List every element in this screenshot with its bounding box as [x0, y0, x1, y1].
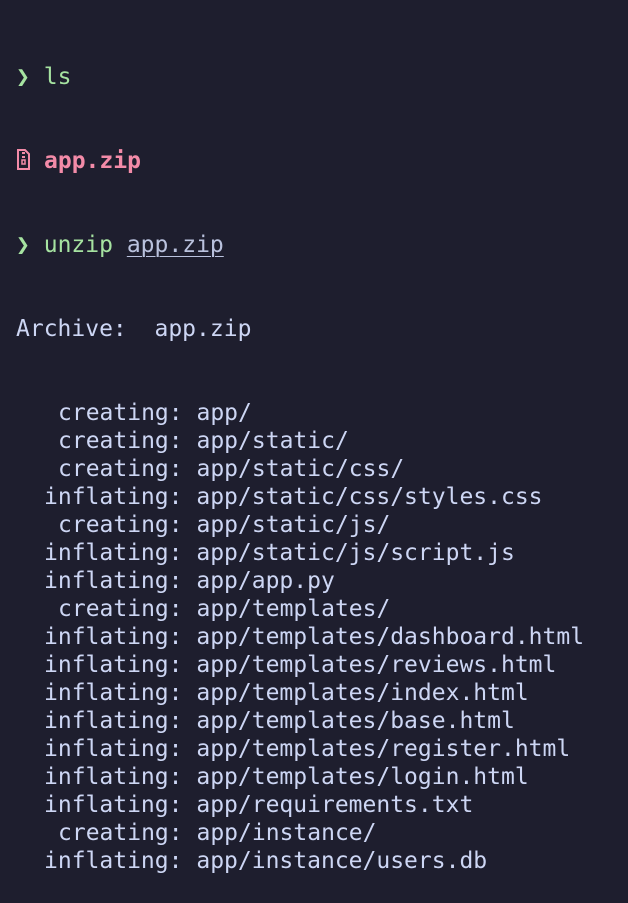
entry-path: app/templates/dashboard.html	[196, 624, 585, 650]
entry-path: app/templates/base.html	[196, 708, 515, 734]
entry-action: inflating:	[44, 540, 183, 566]
command-line-ls: ❯ ls	[16, 63, 628, 91]
entry-path: app/instance/users.db	[196, 848, 488, 874]
prompt-symbol: ❯	[16, 232, 30, 258]
unzip-output: creating: app/creating: app/static/creat…	[16, 399, 628, 875]
ls-output-line: app.zip	[16, 147, 628, 175]
entry-action: creating:	[58, 512, 183, 538]
entry-action: inflating:	[44, 848, 183, 874]
archive-label: Archive:	[16, 316, 127, 342]
entry-action: creating:	[58, 456, 183, 482]
archive-file: app.zip	[154, 316, 252, 342]
entry-action: inflating:	[44, 736, 183, 762]
command-line-unzip: ❯ unzip app.zip	[16, 231, 628, 259]
entry-action: creating:	[58, 596, 183, 622]
output-entry: inflating: app/templates/login.html	[16, 763, 628, 791]
output-entry: inflating: app/templates/reviews.html	[16, 651, 628, 679]
output-entry: inflating: app/requirements.txt	[16, 791, 628, 819]
entry-action: inflating:	[44, 484, 183, 510]
output-entry: inflating: app/app.py	[16, 567, 628, 595]
entry-action: creating:	[58, 428, 183, 454]
output-entry: inflating: app/templates/register.html	[16, 735, 628, 763]
entry-path: app/static/	[196, 428, 349, 454]
entry-path: app/templates/	[196, 596, 391, 622]
output-entry: inflating: app/instance/users.db	[16, 847, 628, 875]
entry-action: inflating:	[44, 792, 183, 818]
entry-path: app/	[196, 400, 252, 426]
entry-action: inflating:	[44, 652, 183, 678]
command-text: ls	[43, 64, 72, 90]
entry-action: inflating:	[44, 624, 183, 650]
entry-action: creating:	[58, 400, 183, 426]
entry-path: app/static/js/	[196, 512, 391, 538]
entry-path: app/instance/	[196, 820, 377, 846]
entry-action: inflating:	[44, 708, 183, 734]
entry-action: inflating:	[44, 764, 183, 790]
command-argument[interactable]: app.zip	[127, 232, 224, 258]
output-entry: inflating: app/static/js/script.js	[16, 539, 628, 567]
entry-path: app/templates/reviews.html	[196, 652, 557, 678]
entry-action: inflating:	[44, 680, 183, 706]
entry-path: app/static/css/styles.css	[196, 484, 543, 510]
output-entry: creating: app/	[16, 399, 628, 427]
command-text: unzip	[43, 232, 113, 258]
prompt-symbol: ❯	[16, 64, 30, 90]
output-entry: inflating: app/static/css/styles.css	[16, 483, 628, 511]
entry-action: creating:	[58, 820, 183, 846]
archive-header: Archive: app.zip	[16, 315, 628, 343]
output-entry: creating: app/instance/	[16, 819, 628, 847]
entry-path: app/static/js/script.js	[196, 540, 515, 566]
entry-path: app/static/css/	[196, 456, 405, 482]
output-entry: inflating: app/templates/base.html	[16, 707, 628, 735]
entry-path: app/templates/register.html	[196, 736, 571, 762]
entry-path: app/templates/index.html	[196, 680, 529, 706]
output-entry: creating: app/static/css/	[16, 455, 628, 483]
zip-filename[interactable]: app.zip	[44, 148, 141, 174]
output-entry: creating: app/templates/	[16, 595, 628, 623]
zip-file-icon	[17, 149, 30, 170]
entry-action: inflating:	[44, 568, 183, 594]
output-entry: creating: app/static/js/	[16, 511, 628, 539]
output-entry: creating: app/static/	[16, 427, 628, 455]
terminal-window[interactable]: ❯ ls app.zip ❯ unzip app.zip Archive: ap…	[0, 0, 628, 874]
entry-path: app/requirements.txt	[196, 792, 474, 818]
entry-path: app/templates/login.html	[196, 764, 529, 790]
entry-path: app/app.py	[196, 568, 335, 594]
output-entry: inflating: app/templates/index.html	[16, 679, 628, 707]
output-entry: inflating: app/templates/dashboard.html	[16, 623, 628, 651]
